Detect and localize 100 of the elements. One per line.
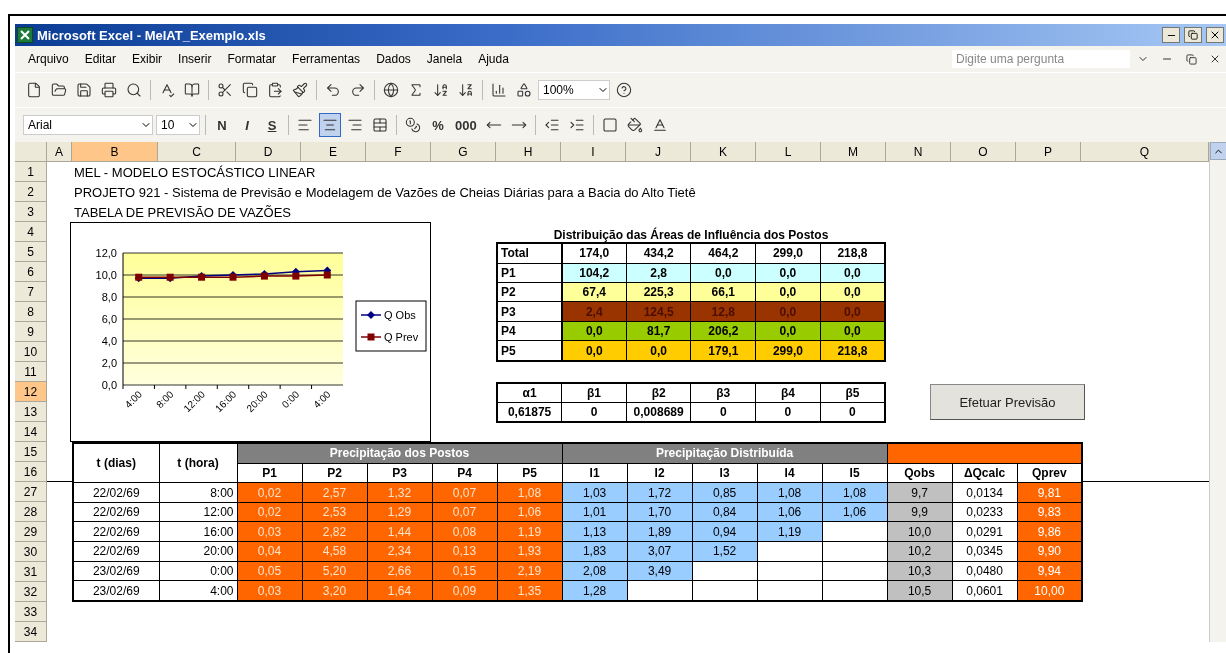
row-header[interactable]: 28 <box>15 502 47 522</box>
column-header[interactable]: G <box>431 142 496 162</box>
window-title: Microsoft Excel - MelAT_Exemplo.xls <box>37 27 267 43</box>
menu-item[interactable]: Arquivo <box>21 50 76 68</box>
forecast-button[interactable]: Efetuar Previsão <box>930 384 1085 420</box>
minimize-button[interactable] <box>1162 27 1180 43</box>
indent-icon <box>568 117 585 133</box>
axis-label: 4,0 <box>101 335 117 347</box>
column-header[interactable]: A <box>47 142 72 162</box>
table-cell: Total <box>497 243 562 263</box>
number-format-button[interactable]: % <box>427 113 449 137</box>
cell-text: TABELA DE PREVISÃO DE VAZÕES <box>73 204 292 220</box>
copy-icon <box>242 82 258 98</box>
row-header[interactable]: 10 <box>15 342 47 362</box>
row-header[interactable]: 11 <box>15 362 47 382</box>
menu-item[interactable]: Ajuda <box>471 50 516 68</box>
style-button[interactable]: I <box>236 113 258 137</box>
row-header[interactable]: 12 <box>15 382 47 402</box>
column-header[interactable]: B <box>72 142 158 162</box>
column-header[interactable]: K <box>691 142 756 162</box>
axis-label: 4:00 <box>122 388 145 411</box>
column-header[interactable]: M <box>821 142 886 162</box>
row-header[interactable]: 13 <box>15 402 47 422</box>
font-color-icon <box>651 117 668 133</box>
row-header[interactable]: 31 <box>15 562 47 582</box>
row-header[interactable]: 32 <box>15 582 47 602</box>
save-icon <box>76 82 92 98</box>
row-header[interactable]: 3 <box>15 202 47 222</box>
align-button[interactable] <box>319 113 341 137</box>
vertical-scrollbar[interactable] <box>1209 142 1226 642</box>
point <box>292 272 300 280</box>
axis-label: 12,0 <box>95 247 117 259</box>
legend-line <box>360 311 382 319</box>
close-button[interactable] <box>1206 27 1224 43</box>
column-header[interactable]: F <box>366 142 431 162</box>
menu-item[interactable]: Ferramentas <box>285 50 368 68</box>
row-header[interactable]: 4 <box>15 222 47 242</box>
row-header[interactable]: 6 <box>15 262 47 282</box>
row-header[interactable]: 1 <box>15 162 47 182</box>
sort-ascending-icon <box>433 82 449 98</box>
book-icon <box>184 82 200 98</box>
font-field[interactable]: Arial <box>23 115 153 135</box>
tick-mark <box>248 384 250 390</box>
menu-item[interactable]: Inserir <box>171 50 219 68</box>
row-header[interactable]: 27 <box>15 482 47 502</box>
shapes-icon <box>516 82 532 98</box>
zoom-field[interactable]: 100% <box>538 80 610 100</box>
column-header[interactable]: L <box>756 142 821 162</box>
menu-item[interactable]: Editar <box>77 50 124 68</box>
cell-text: PROJETO 921 - Sistema de Previsão e Modelagem de Vazões de Cheias Diárias para a Bacia do Alto Tietê <box>73 184 697 200</box>
menu-item[interactable]: Formatar <box>220 50 284 68</box>
cut-icon <box>217 82 233 98</box>
row-header[interactable]: 8 <box>15 302 47 322</box>
column-header[interactable]: C <box>158 142 236 162</box>
row-header[interactable]: 30 <box>15 542 47 562</box>
column-header[interactable]: I <box>561 142 626 162</box>
menu-item[interactable]: Janela <box>419 50 470 68</box>
column-header[interactable]: P <box>1016 142 1081 162</box>
row-header[interactable]: 33 <box>15 602 47 622</box>
table-cell: 23/02/69 <box>73 580 159 601</box>
restore-button[interactable] <box>1184 27 1202 43</box>
axis-label: 6,0 <box>101 313 117 325</box>
row-header[interactable]: 2 <box>15 182 47 202</box>
table-cell: 464,2 <box>690 243 756 263</box>
table-cell: 23/02/69 <box>73 561 159 581</box>
row-header[interactable]: 9 <box>15 322 47 342</box>
row-header[interactable]: 34 <box>15 622 47 642</box>
style-button[interactable]: N <box>211 113 233 137</box>
table-title: Distribuição das Áreas de Influência dos Postos <box>553 228 829 242</box>
menu-item[interactable]: Exibir <box>125 50 170 68</box>
column-header[interactable]: H <box>496 142 561 162</box>
spell-check-icon <box>159 82 175 98</box>
redo-icon <box>350 82 366 98</box>
row-header[interactable]: 5 <box>15 242 47 262</box>
cell-text: MEL - MODELO ESTOCÁSTICO LINEAR <box>73 164 317 180</box>
group-header: Precipitação Distribuída <box>562 443 888 464</box>
align-center-icon <box>322 117 338 133</box>
column-header[interactable]: E <box>301 142 366 162</box>
table-cell: 299,0 <box>755 243 821 263</box>
font-size-field[interactable]: 10 <box>156 115 200 135</box>
close-icon <box>1209 53 1221 65</box>
row-header[interactable]: 14 <box>15 422 47 442</box>
row-header[interactable]: 15 <box>15 442 47 462</box>
table-cell: P5 <box>497 340 562 361</box>
legend-label: Q Prev <box>384 331 419 343</box>
row-header[interactable]: 29 <box>15 522 47 542</box>
help-search-field[interactable]: Digite uma pergunta <box>952 50 1130 68</box>
table-cell: 434,2 <box>626 243 691 263</box>
column-header[interactable]: J <box>626 142 691 162</box>
column-header[interactable]: Q <box>1081 142 1209 162</box>
axis-label: 4:00 <box>311 388 333 411</box>
column-header[interactable]: D <box>236 142 301 162</box>
row-header[interactable]: 16 <box>15 462 47 482</box>
column-header: β1 <box>561 383 627 403</box>
menu-item[interactable]: Dados <box>369 50 418 68</box>
number-format-button[interactable]: 000 <box>452 113 480 137</box>
row-header[interactable]: 7 <box>15 282 47 302</box>
column-header[interactable]: O <box>951 142 1016 162</box>
style-button[interactable]: S <box>261 113 283 137</box>
column-header[interactable]: N <box>886 142 951 162</box>
